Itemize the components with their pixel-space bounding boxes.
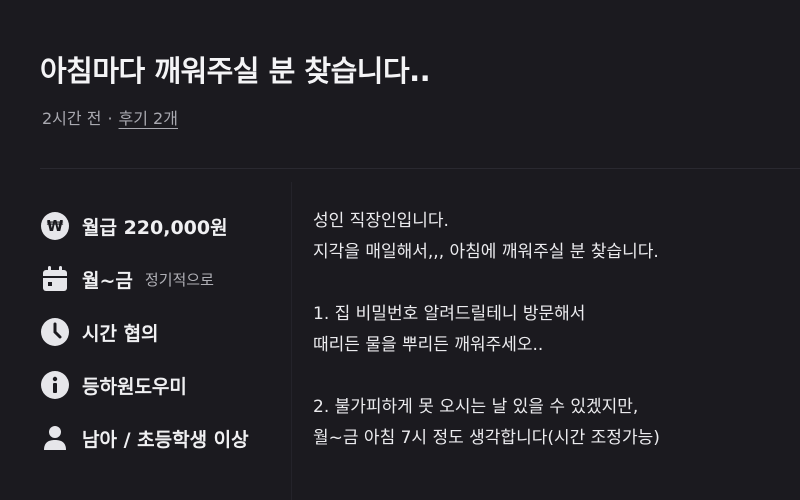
description-line: 월~금 아침 7시 정도 생각합니다(시간 조정가능): [313, 428, 660, 448]
description-line: 1. 집 비밀번호 알려드릴테니 방문해서: [313, 304, 586, 324]
clock-icon: [40, 317, 70, 347]
meta-separator: ·: [107, 109, 113, 128]
info-icon: [40, 370, 70, 400]
days-text: 월~금: [82, 269, 133, 292]
post-time: 2시간 전: [42, 109, 102, 128]
post-meta: 2시간 전 · 후기 2개: [42, 105, 178, 129]
days-note: 정기적으로: [144, 270, 214, 289]
hours-row: 시간 협의: [40, 314, 159, 350]
wage-row: ₩ 월급 220,000원: [40, 208, 228, 244]
category-text: 등하원도우미: [82, 375, 187, 398]
wage-text: 월급 220,000원: [82, 216, 228, 239]
job-post-panel: 아침마다 깨워주실 분 찾습니다.. 2시간 전 · 후기 2개 ₩ 월급 220,…: [0, 0, 800, 500]
won-icon: ₩: [40, 211, 70, 241]
description-line: 2. 불가피하게 못 오시는 날 있을 수 있겠지만,: [313, 397, 639, 417]
target-text: 남아 / 초등학생 이상: [82, 428, 249, 451]
days-row: 월~금 정기적으로: [40, 261, 214, 297]
description-line: 지각을 매일해서,,, 아침에 깨워주실 분 찾습니다.: [313, 242, 659, 262]
svg-text:₩: ₩: [47, 217, 64, 235]
job-description: 성인 직장인입니다. 지각을 매일해서,,, 아침에 깨워주실 분 찾습니다. …: [313, 206, 783, 454]
calendar-icon: [40, 264, 70, 294]
description-line: 때리든 물을 뿌리든 깨워주세오..: [313, 335, 544, 355]
description-line: 성인 직장인입니다.: [313, 211, 449, 231]
post-title: 아침마다 깨워주실 분 찾습니다..: [40, 54, 431, 88]
category-row: 등하원도우미: [40, 367, 187, 403]
person-icon: [40, 423, 70, 453]
hours-text: 시간 협의: [82, 322, 159, 345]
reviews-link[interactable]: 후기 2개: [119, 109, 178, 128]
section-divider: [40, 168, 800, 169]
column-divider: [291, 182, 292, 500]
target-row: 남아 / 초등학생 이상: [40, 420, 249, 456]
